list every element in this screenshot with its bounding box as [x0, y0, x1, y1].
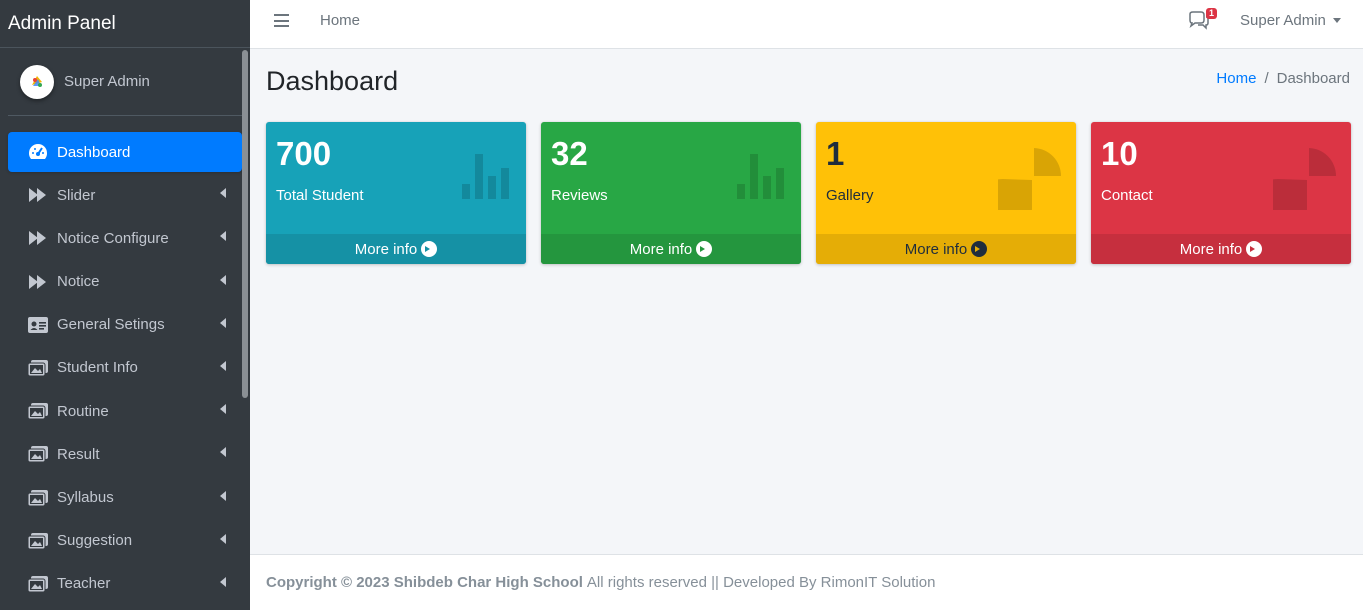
sidebar-scrollbar[interactable]: [242, 50, 248, 398]
brand-title: Admin Panel: [8, 12, 116, 34]
more-info-label: More info: [904, 240, 968, 258]
box-value: 32: [551, 135, 588, 172]
sidebar-item-result[interactable]: Result: [8, 434, 242, 474]
box-value: 700: [276, 135, 332, 172]
angle-left-icon: [220, 533, 226, 544]
images-icon: [27, 358, 49, 378]
sidebar-item-label: Routine: [57, 402, 109, 420]
sidebar-username: Super Admin: [64, 73, 150, 90]
angle-left-icon: [220, 274, 226, 285]
more-info-label: More info: [1179, 240, 1243, 258]
user-menu-dropdown[interactable]: Super Admin: [1240, 12, 1326, 30]
sidebar-item-label: Suggestion: [57, 532, 133, 550]
small-box-gallery: 1 Gallery More info: [816, 122, 1076, 264]
bar-chart-icon: [462, 154, 509, 199]
top-navbar: Home 1 Super Admin: [250, 0, 1363, 49]
arrow-circle-right-icon: [421, 241, 438, 257]
sidebar-item-student-info[interactable]: Student Info: [8, 348, 242, 388]
sidebar: Admin Panel Super Admin Dashboard Slider: [0, 0, 250, 610]
pie-chart-icon: [998, 148, 1061, 210]
avatar: [20, 64, 54, 99]
arrow-circle-right-icon: [696, 241, 713, 257]
angle-left-icon: [220, 188, 226, 199]
footer-credits: All rights reserved || Developed By Rimo…: [586, 574, 936, 591]
bar-chart-icon: [737, 154, 784, 199]
more-info-link[interactable]: More info: [1091, 234, 1351, 264]
small-box-reviews: 32 Reviews More info: [541, 122, 801, 264]
small-box-contact: 10 Contact More info: [1091, 122, 1351, 264]
more-info-link[interactable]: More info: [266, 234, 526, 264]
notification-badge: 1: [1206, 8, 1218, 19]
box-label: Contact: [1101, 187, 1153, 204]
logo-icon: [27, 71, 47, 92]
sidebar-item-general-settings[interactable]: General Setings: [8, 305, 242, 345]
sidebar-nav: Dashboard Slider Notice Configure Notice: [0, 132, 250, 604]
menu-toggle-icon[interactable]: [274, 14, 289, 28]
fast-forward-icon: [27, 228, 49, 248]
box-label: Total Student: [276, 187, 364, 204]
images-icon: [27, 531, 49, 551]
sidebar-item-syllabus[interactable]: Syllabus: [8, 478, 242, 518]
angle-left-icon: [220, 404, 226, 415]
images-icon: [27, 488, 49, 508]
images-icon: [27, 401, 49, 421]
breadcrumb-home-link[interactable]: Home: [1216, 70, 1256, 87]
tachometer-icon: [27, 142, 49, 162]
angle-left-icon: [220, 447, 226, 458]
box-label: Reviews: [551, 187, 608, 204]
fast-forward-icon: [27, 185, 49, 205]
page-title: Dashboard: [266, 66, 399, 96]
more-info-label: More info: [629, 240, 693, 258]
more-info-link[interactable]: More info: [541, 234, 801, 264]
sidebar-item-notice-configure[interactable]: Notice Configure: [8, 218, 242, 258]
sidebar-item-label: Result: [57, 445, 100, 463]
main-footer: Copyright © 2023 Shibdeb Char High Schoo…: [250, 554, 1363, 610]
sidebar-item-label: Student Info: [57, 359, 138, 377]
sidebar-item-label: General Setings: [57, 316, 165, 334]
brand-link[interactable]: Admin Panel: [0, 0, 250, 48]
breadcrumb-separator: /: [1264, 70, 1269, 87]
sidebar-item-label: Slider: [57, 186, 96, 204]
sidebar-item-label: Notice Configure: [57, 229, 169, 247]
angle-left-icon: [220, 490, 226, 501]
sidebar-item-label: Dashboard: [57, 143, 131, 161]
sidebar-item-notice[interactable]: Notice: [8, 262, 242, 302]
breadcrumb: Home / Dashboard: [1216, 70, 1350, 88]
angle-left-icon: [220, 317, 226, 328]
pie-chart-icon: [1273, 148, 1336, 210]
sidebar-item-label: Teacher: [57, 575, 111, 593]
box-label: Gallery: [826, 187, 874, 204]
more-info-label: More info: [354, 240, 418, 258]
small-box-total-student: 700 Total Student More info: [266, 122, 526, 264]
angle-left-icon: [220, 360, 226, 371]
angle-left-icon: [220, 231, 226, 242]
user-panel[interactable]: Super Admin: [8, 48, 242, 116]
images-icon: [27, 574, 49, 594]
id-card-icon: [27, 315, 49, 335]
sidebar-item-label: Syllabus: [57, 489, 114, 506]
top-home-link[interactable]: Home: [320, 12, 360, 30]
arrow-circle-right-icon: [1246, 241, 1263, 257]
fast-forward-icon: [27, 272, 49, 292]
sidebar-item-routine[interactable]: Routine: [8, 391, 242, 431]
box-value: 10: [1101, 135, 1138, 172]
sidebar-item-teacher[interactable]: Teacher: [8, 564, 242, 604]
footer-copyright: Copyright © 2023 Shibdeb Char High Schoo…: [266, 574, 583, 591]
sidebar-item-slider[interactable]: Slider: [8, 175, 242, 215]
sidebar-item-dashboard[interactable]: Dashboard: [8, 132, 242, 172]
arrow-circle-right-icon: [971, 241, 988, 257]
breadcrumb-current: Dashboard: [1276, 70, 1350, 87]
sidebar-item-label: Notice: [57, 273, 100, 291]
angle-left-icon: [220, 576, 226, 587]
caret-down-icon[interactable]: [1333, 18, 1341, 23]
box-value: 1: [826, 135, 845, 172]
sidebar-item-suggestion[interactable]: Suggestion: [8, 521, 242, 561]
more-info-link[interactable]: More info: [816, 234, 1076, 264]
images-icon: [27, 444, 49, 464]
